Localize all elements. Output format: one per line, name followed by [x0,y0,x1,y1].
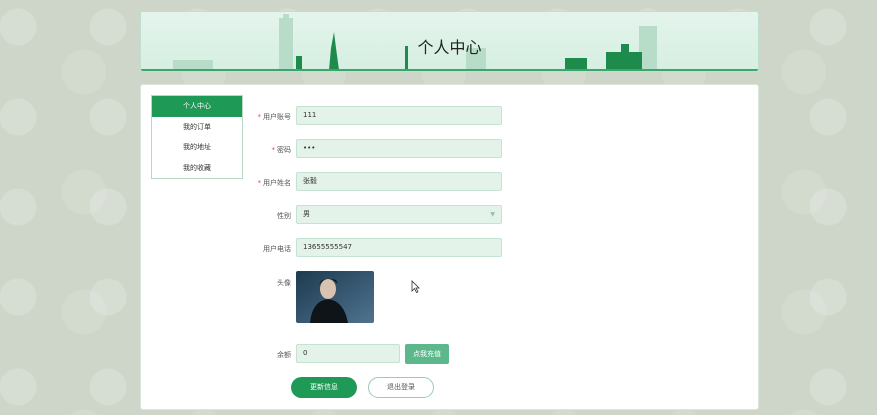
update-info-button[interactable]: 更新信息 [291,377,357,398]
recharge-button[interactable]: 点我充值 [405,344,449,364]
balance-input: 0 [296,344,400,363]
menu-item-my-orders[interactable]: 我的订单 [152,117,242,138]
required-mark: * [257,113,262,121]
pointer-cursor-icon [411,278,420,297]
avatar-image[interactable] [296,271,374,323]
menu-item-profile-center[interactable]: 个人中心 [152,96,242,117]
name-label: * 用户姓名 [257,179,292,187]
name-input[interactable]: 张毅 [296,172,502,191]
logout-button[interactable]: 退出登录 [368,377,434,398]
page-title: 个人中心 [417,38,482,57]
password-input[interactable]: ••• [296,139,502,158]
required-mark: * [271,146,276,154]
account-input[interactable]: 111 [296,106,502,125]
account-label: * 用户账号 [257,113,292,121]
menu-item-my-favorites[interactable]: 我的收藏 [152,158,242,179]
menu-item-my-addresses[interactable]: 我的地址 [152,137,242,158]
gender-select[interactable]: 男 ▼ [296,205,502,224]
phone-input[interactable]: 13655555547 [296,238,502,257]
chevron-down-icon: ▼ [490,211,495,218]
avatar-label: 头像 [277,279,291,287]
phone-label: 用户电话 [263,245,291,253]
profile-panel: 个人中心 我的订单 我的地址 我的收藏 * 用户账号 111 * 密码 ••• * 用… [140,84,759,410]
balance-label: 余额 [277,351,291,359]
side-menu: 个人中心 我的订单 我的地址 我的收藏 [151,95,243,179]
page-banner: 个人中心 [140,11,759,72]
required-mark: * [257,179,262,187]
gender-label: 性别 [277,212,291,220]
password-label: * 密码 [271,146,292,154]
